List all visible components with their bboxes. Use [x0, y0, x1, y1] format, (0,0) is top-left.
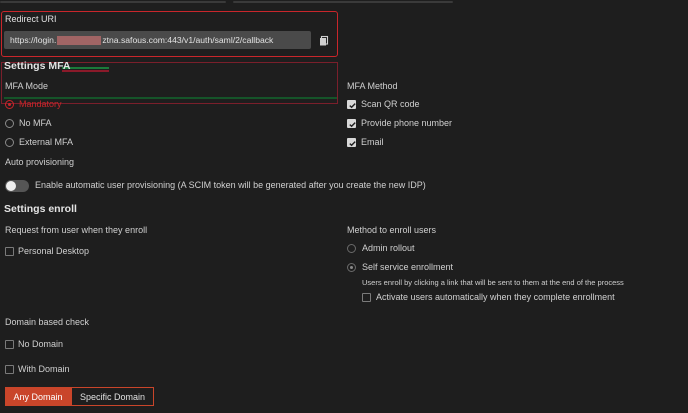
mfa-mode-mandatory-label: Mandatory: [19, 99, 62, 109]
activate-users-checkbox[interactable]: [362, 293, 371, 302]
redirect-uri-suffix: ztna.safous.com:443/v1/auth/saml/2/callb…: [102, 35, 274, 45]
enroll-method-label: Method to enroll users: [347, 225, 437, 235]
mfa-method-email-checkbox[interactable]: [347, 138, 356, 147]
redirect-uri-field[interactable]: https://login. ztna.safous.com:443/v1/aut…: [4, 31, 311, 49]
auto-provisioning-label: Auto provisioning: [5, 157, 75, 167]
mfa-mode-no-mfa-label: No MFA: [19, 118, 52, 128]
redirect-uri-label: Redirect URI: [5, 14, 57, 24]
mfa-method-phone-checkbox[interactable]: [347, 119, 356, 128]
top-scrollbar-area: [0, 0, 688, 5]
self-service-label: Self service enrollment: [362, 262, 454, 272]
mfa-method-label: MFA Method: [347, 81, 398, 91]
mfa-mode-no-mfa-radio[interactable]: [5, 119, 14, 128]
personal-desktop-checkbox[interactable]: [5, 247, 14, 256]
top-divider-right: [233, 1, 453, 3]
enroll-request-label: Request from user when they enroll: [5, 225, 148, 235]
redacted-segment: [57, 36, 102, 46]
with-domain-label: With Domain: [18, 364, 70, 374]
mfa-mode-external-label: External MFA: [19, 137, 74, 147]
mfa-mode-label: MFA Mode: [5, 81, 49, 91]
mfa-mode-external-radio[interactable]: [5, 138, 14, 147]
admin-rollout-label: Admin rollout: [362, 243, 415, 253]
settings-mfa-title: Settings MFA: [4, 60, 71, 72]
self-service-radio[interactable]: [347, 263, 356, 272]
toggle-knob: [6, 181, 16, 191]
top-divider-left: [0, 1, 226, 3]
self-service-note: Users enroll by clicking a link that wil…: [362, 278, 624, 287]
copy-icon[interactable]: [318, 35, 330, 47]
any-domain-button[interactable]: Any Domain: [5, 387, 71, 406]
check-icon: [349, 103, 356, 109]
no-domain-checkbox[interactable]: [5, 340, 14, 349]
with-domain-checkbox[interactable]: [5, 365, 14, 374]
mfa-mode-mandatory-radio[interactable]: [5, 100, 14, 109]
activate-users-label: Activate users automatically when they c…: [376, 292, 615, 302]
specific-domain-button[interactable]: Specific Domain: [71, 387, 154, 406]
mfa-method-qr-label: Scan QR code: [361, 99, 420, 109]
no-domain-label: No Domain: [18, 339, 64, 349]
admin-rollout-radio[interactable]: [347, 244, 356, 253]
personal-desktop-label: Personal Desktop: [18, 246, 90, 256]
auto-provisioning-toggle-label: Enable automatic user provisioning (A SC…: [35, 180, 426, 190]
mfa-method-qr-checkbox[interactable]: [347, 100, 356, 109]
settings-enroll-title: Settings enroll: [4, 203, 77, 215]
mfa-method-phone-label: Provide phone number: [361, 118, 453, 128]
redirect-uri-prefix: https://login.: [10, 35, 57, 45]
mfa-method-email-label: Email: [361, 137, 384, 147]
domain-check-label: Domain based check: [5, 317, 90, 327]
auto-provisioning-toggle[interactable]: [5, 180, 29, 192]
check-icon: [349, 122, 356, 128]
check-icon: [349, 141, 356, 147]
